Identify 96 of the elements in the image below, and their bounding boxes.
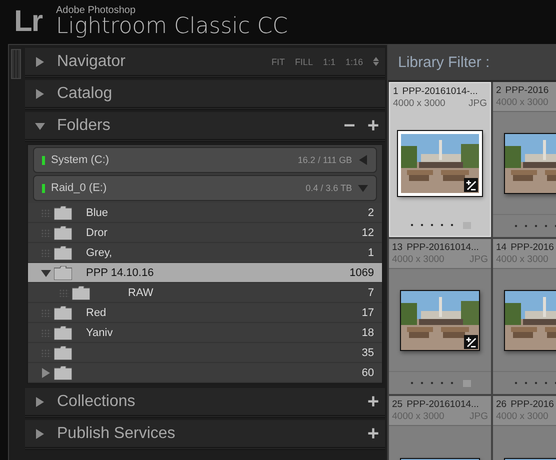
folder-name: Red bbox=[86, 306, 106, 318]
folder-row[interactable]: Yaniv 18 bbox=[28, 323, 382, 343]
status-led-icon bbox=[42, 184, 45, 192]
zoom-option[interactable]: 1:16 bbox=[345, 56, 363, 66]
dimensions: 4000 x 3000 bbox=[393, 98, 446, 110]
panel-header[interactable]: Collections + bbox=[25, 388, 385, 418]
disk-usage: 16.2 / 111 GB bbox=[298, 155, 352, 165]
panel-header[interactable]: Folders − + bbox=[25, 112, 385, 142]
expand-arrow-icon[interactable] bbox=[35, 428, 45, 438]
folder-row[interactable]: PPP 14.10.16 1069 bbox=[28, 263, 382, 283]
file-name: PPP-20161014... bbox=[406, 399, 479, 411]
folder-row[interactable]: RAW 7 bbox=[28, 283, 382, 303]
photo-index: 25 bbox=[392, 399, 403, 411]
folder-name: Grey, bbox=[86, 246, 112, 258]
rating-dots-icon[interactable] bbox=[409, 380, 471, 386]
collapse-arrow-icon[interactable] bbox=[41, 268, 51, 278]
expand-arrow-icon[interactable] bbox=[35, 396, 45, 406]
folder-row[interactable]: 60 bbox=[28, 363, 382, 383]
file-type: JPG bbox=[468, 98, 487, 110]
rating-dots-icon[interactable] bbox=[409, 222, 471, 228]
folder-name: Blue bbox=[86, 206, 108, 218]
grip-icon bbox=[59, 288, 69, 296]
status-led-icon bbox=[42, 156, 45, 164]
panel-title: Publish Services bbox=[57, 424, 176, 442]
zoom-option[interactable]: FIT bbox=[271, 56, 285, 66]
photo-count: 7 bbox=[368, 286, 374, 298]
photo-count: 2 bbox=[368, 206, 374, 218]
volume-name: Raid_0 (E:) bbox=[51, 182, 108, 194]
expand-arrow-icon[interactable] bbox=[35, 88, 45, 98]
grip-icon bbox=[41, 308, 51, 316]
photo-count: 12 bbox=[362, 226, 374, 238]
panel-title: Navigator bbox=[57, 52, 126, 70]
photo-index: 14 bbox=[496, 242, 507, 254]
panel-header[interactable]: Publish Services + bbox=[25, 420, 385, 450]
volume-name: System (C:) bbox=[51, 154, 110, 166]
folder-name: PPP 14.10.16 bbox=[86, 266, 154, 278]
expand-arrow-icon[interactable] bbox=[41, 368, 51, 378]
folder-name: Dror bbox=[86, 226, 108, 238]
add-button[interactable]: + bbox=[367, 392, 379, 412]
stepper-icon[interactable] bbox=[373, 57, 379, 66]
folder-icon bbox=[54, 246, 72, 260]
file-name: PPP-20161014... bbox=[406, 242, 479, 254]
zoom-option[interactable]: FILL bbox=[294, 56, 313, 66]
folder-name: RAW bbox=[128, 286, 154, 298]
grip-icon bbox=[41, 208, 51, 216]
photo-index: 2 bbox=[496, 85, 502, 97]
folder-icon bbox=[54, 266, 72, 280]
file-name: PPP-2016 bbox=[510, 399, 554, 411]
photo-index: 1 bbox=[393, 86, 398, 98]
folder-row[interactable]: Red 17 bbox=[28, 303, 382, 323]
file-name: PPP-2016 bbox=[510, 242, 554, 254]
folder-icon bbox=[54, 226, 72, 240]
folder-row[interactable]: Dror 12 bbox=[28, 223, 382, 243]
panel-header[interactable]: Catalog bbox=[25, 80, 385, 110]
folder-icon bbox=[54, 306, 72, 320]
grip-icon bbox=[41, 228, 51, 236]
collapse-arrow-icon[interactable] bbox=[35, 120, 45, 130]
folder-name: Yaniv bbox=[86, 326, 113, 338]
vendor-name: Adobe Photoshop bbox=[56, 6, 137, 16]
photo-count: 60 bbox=[362, 366, 374, 378]
folder-row[interactable]: Blue 2 bbox=[28, 203, 382, 223]
folder-icon bbox=[72, 286, 90, 300]
grip-icon bbox=[41, 248, 51, 256]
folder-row[interactable]: Grey, 1 bbox=[28, 243, 382, 263]
panel-header[interactable]: Navigator FIT FILL 1:1 1:16 bbox=[25, 48, 385, 78]
folder-icon bbox=[54, 206, 72, 220]
folder-icon bbox=[54, 346, 72, 360]
folder-row[interactable]: 35 bbox=[28, 343, 382, 363]
file-name: PPP-2016 bbox=[505, 85, 549, 97]
grip-icon bbox=[41, 328, 51, 336]
panel-title: Collections bbox=[57, 392, 136, 410]
product-name: Lightroom Classic CC bbox=[56, 16, 288, 38]
photo-index: 13 bbox=[392, 242, 403, 254]
photo-index: 26 bbox=[496, 399, 507, 411]
grip-icon bbox=[41, 348, 51, 356]
photo-count: 17 bbox=[362, 306, 374, 318]
photo-count: 1069 bbox=[350, 266, 374, 278]
add-button[interactable]: + bbox=[367, 116, 379, 136]
photo-count: 35 bbox=[362, 346, 374, 358]
remove-button[interactable]: − bbox=[344, 116, 356, 136]
folder-icon bbox=[54, 366, 72, 380]
expand-arrow-icon[interactable] bbox=[35, 56, 45, 66]
file-name: PPP-20161014-... bbox=[402, 86, 478, 98]
volume-bar[interactable]: System (C:) 16.2 / 111 GB bbox=[33, 147, 377, 173]
app-logo: Lr bbox=[14, 5, 42, 39]
photo-count: 1 bbox=[368, 246, 374, 258]
panel-grip[interactable] bbox=[11, 49, 21, 79]
disk-usage: 0.4 / 3.6 TB bbox=[306, 183, 352, 193]
photo-count: 18 bbox=[362, 326, 374, 338]
panel-title: Catalog bbox=[57, 84, 114, 102]
folder-icon bbox=[54, 326, 72, 340]
zoom-option[interactable]: 1:1 bbox=[322, 56, 336, 66]
panel-title: Folders bbox=[57, 116, 112, 134]
thumbnail-cell[interactable]: 1 PPP-20161014-... 4000 x 3000 JPG bbox=[389, 82, 491, 237]
volume-bar[interactable]: Raid_0 (E:) 0.4 / 3.6 TB bbox=[33, 175, 377, 201]
add-button[interactable]: + bbox=[367, 424, 379, 444]
